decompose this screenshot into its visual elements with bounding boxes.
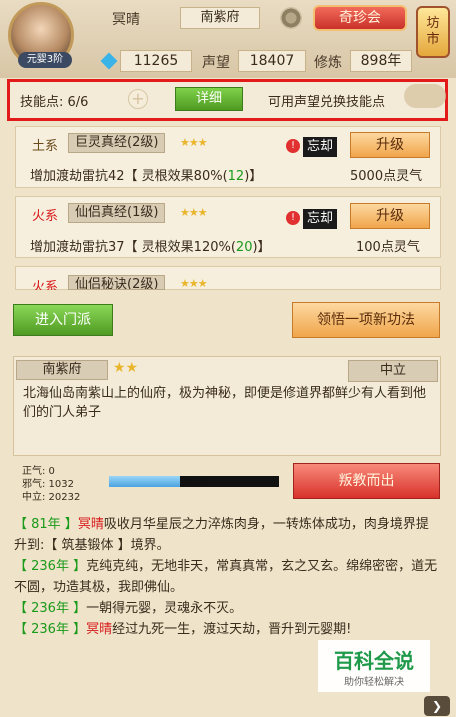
cloud-decoration-icon — [404, 84, 446, 108]
cultivation-value: 898年 — [350, 50, 412, 72]
alignment-progress-bar: 02:16 — [109, 476, 279, 487]
skill-element: 火系 — [32, 280, 59, 290]
watermark-title: 百科全说 — [334, 649, 414, 673]
skill-element: 火系 — [32, 209, 59, 224]
upgrade-button[interactable]: 升级 — [350, 132, 430, 158]
log-entry: 【 236年 】冥晴经过九死一生，渡过天劫，晋升到元婴期! — [14, 622, 352, 637]
forget-button[interactable]: 忘却 — [303, 209, 338, 229]
skill-stars: ★★★ — [180, 277, 207, 290]
add-skill-point-icon[interactable]: + — [128, 89, 148, 109]
treasure-fair-button[interactable]: 奇珍会 — [313, 5, 407, 31]
market-button[interactable]: 坊市 — [416, 6, 450, 58]
reputation-value: 18407 — [238, 50, 306, 72]
skill-description: 增加渡劫雷抗42【 灵根效果80%(12)】 — [30, 169, 263, 184]
exchange-hint: 可用声望兑换技能点 — [268, 95, 386, 110]
skill-points-label: 技能点: 6/6 — [20, 95, 89, 110]
rank-badge: 元婴3阶 — [18, 52, 72, 68]
skill-stars: ★★★ — [180, 206, 208, 219]
skill-name: 巨灵真经(2级) — [68, 133, 166, 153]
alignment-badge: 中立 — [348, 360, 438, 382]
warning-icon: ! — [286, 211, 300, 225]
neutral-stat: 中立: 20232 — [22, 492, 81, 503]
player-name: 冥晴 — [112, 12, 140, 28]
log-entry: 【 236年 】克纯克纯，无地非天，常真真常，玄之又玄。绵绵密密，道无不圆，功造… — [14, 559, 438, 595]
skill-name: 仙侣秘诀(2级) — [68, 275, 166, 290]
cultivation-label: 修炼 — [314, 55, 342, 71]
skill-element: 土系 — [32, 139, 59, 154]
watermark-subtitle: 助你轻松解决 — [344, 677, 404, 688]
detail-button[interactable]: 详细 — [175, 87, 243, 111]
betray-sect-button[interactable]: 叛教而出 — [293, 463, 440, 499]
learn-new-skill-button[interactable]: 领悟一项新功法 — [292, 302, 440, 338]
sect-name-box: 南紫府 — [180, 7, 260, 29]
market-label: 坊市 — [426, 16, 440, 47]
join-sect-button[interactable]: 进入门派 — [13, 304, 113, 336]
upgrade-button[interactable]: 升级 — [350, 203, 430, 229]
reputation-label: 声望 — [202, 55, 230, 71]
progress-text: 02:16 — [181, 476, 207, 486]
warning-icon: ! — [286, 139, 300, 153]
skill-description: 增加渡劫雷抗37【 灵根效果120%(20)】 — [30, 240, 271, 255]
gear-icon[interactable] — [280, 7, 302, 29]
skill-cost: 100点灵气 — [356, 240, 420, 255]
forget-button[interactable]: 忘却 — [303, 137, 338, 157]
expand-arrow-icon[interactable]: ❯ — [424, 696, 450, 716]
log-entry: 【 236年 】一朝得元婴，灵魂永不灭。 — [14, 601, 243, 616]
sect-stars: ★★ — [113, 360, 139, 376]
sect-name: 南紫府 — [16, 360, 108, 380]
skill-name: 仙侣真经(1级) — [68, 203, 166, 223]
currency-value: 11265 — [120, 50, 192, 72]
skill-stars: ★★★ — [180, 136, 208, 149]
sect-description: 北海仙岛南紫山上的仙府，极为神秘，即便是修道界都鲜少有人看到他们的门人弟子 — [23, 386, 427, 420]
event-log: 【 81年 】冥晴吸收月华星辰之力淬炼肉身，一转炼体成功，肉身境界提升到:【 筑… — [14, 514, 440, 640]
log-entry: 【 81年 】冥晴吸收月华星辰之力淬炼肉身，一转炼体成功，肉身境界提升到:【 筑… — [14, 517, 429, 553]
skill-cost: 5000点灵气 — [350, 169, 423, 184]
